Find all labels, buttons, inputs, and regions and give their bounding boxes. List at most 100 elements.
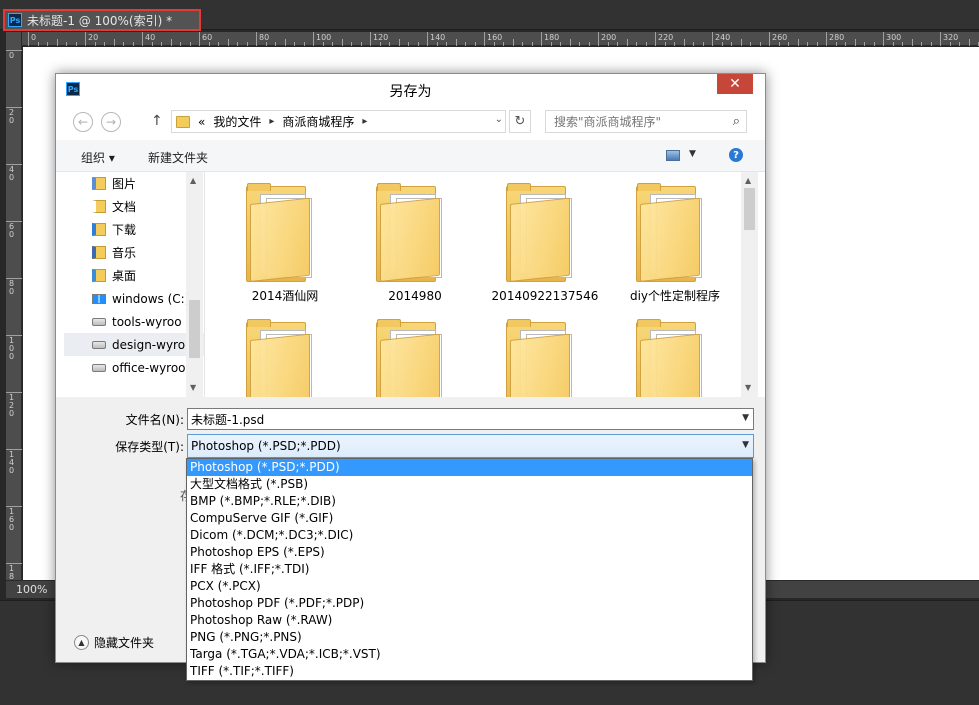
ruler-minor-tick [788, 42, 789, 46]
filetype-option[interactable]: Photoshop (*.PSD;*.PDD) [187, 459, 752, 476]
ruler-minor-tick [408, 42, 409, 46]
ruler-minor-tick [227, 39, 229, 46]
filename-field[interactable]: ▼ [187, 408, 754, 430]
folder-item[interactable] [220, 314, 350, 397]
search-box[interactable]: ⌕ [545, 110, 747, 133]
ruler-minor-tick [522, 42, 523, 46]
view-options-icon[interactable] [666, 150, 680, 161]
ruler-minor-tick [959, 42, 960, 46]
filetype-option[interactable]: Targa (*.TGA;*.VDA;*.ICB;*.VST) [187, 646, 752, 663]
filetype-option[interactable]: Photoshop PDF (*.PDF;*.PDP) [187, 595, 752, 612]
nav-pane-scrollbar[interactable]: ▲ ▼ [186, 172, 203, 397]
chevron-down-icon[interactable]: ▼ [742, 413, 749, 423]
ruler-minor-tick [341, 39, 343, 46]
document-tab[interactable]: Ps 未标题-1 @ 100%(索引) * [3, 9, 201, 31]
ruler-minor-tick [66, 42, 67, 46]
zoom-level[interactable]: 100% [16, 583, 47, 596]
folder-icon [246, 319, 312, 397]
network-drive-icon [92, 317, 106, 326]
ruler-minor-tick [170, 39, 172, 46]
ruler-minor-tick [864, 42, 865, 46]
search-input[interactable] [546, 111, 721, 132]
ruler-minor-tick [446, 42, 447, 46]
filetype-option[interactable]: IFF 格式 (*.IFF;*.TDI) [187, 561, 752, 578]
ruler-minor-tick [123, 42, 124, 46]
help-icon[interactable]: ? [729, 148, 743, 162]
hide-folders-button[interactable]: ▲ 隐藏文件夹 [74, 634, 154, 651]
scroll-down-icon[interactable]: ▼ [190, 383, 196, 392]
scroll-up-icon[interactable]: ▲ [190, 176, 196, 185]
folder-item[interactable] [480, 314, 610, 397]
scroll-up-icon[interactable]: ▲ [745, 176, 751, 185]
filetype-option[interactable]: PCX (*.PCX) [187, 578, 752, 595]
filetype-select[interactable]: Photoshop (*.PSD;*.PDD) ▼ [187, 434, 754, 458]
ruler-tick-label: 120 [373, 33, 389, 42]
ruler-minor-tick [389, 42, 390, 46]
ruler-tick-label: 60 [202, 33, 213, 42]
documents-folder-icon [92, 200, 106, 213]
dialog-title-bar[interactable]: Ps 另存为 ✕ [56, 74, 765, 104]
ruler-minor-tick [550, 42, 552, 46]
ruler-tick [85, 32, 86, 46]
ruler-minor-tick [493, 42, 495, 46]
filetype-option[interactable]: 大型文档格式 (*.PSB) [187, 476, 752, 493]
folder-item[interactable]: 2014980 [350, 178, 480, 314]
filetype-option[interactable]: Dicom (*.DCM;*.DC3;*.DIC) [187, 527, 752, 544]
file-list-pane[interactable]: 2014酒仙网 2014980 20140922137546 diy个性定制程序 [204, 172, 765, 397]
ruler-minor-tick [180, 42, 181, 46]
ruler-minor-tick [693, 42, 694, 46]
breadcrumb-current-folder[interactable]: 商派商城程序 [282, 113, 354, 130]
close-button[interactable]: ✕ [717, 74, 753, 94]
ruler-minor-tick [303, 42, 305, 46]
filename-label: 文件名(N): [125, 413, 184, 427]
scrollbar-thumb[interactable] [189, 300, 200, 358]
refresh-button[interactable]: ↻ [509, 110, 531, 133]
folder-item[interactable] [350, 314, 480, 397]
new-folder-button[interactable]: 新建文件夹 [148, 149, 208, 166]
breadcrumb-separator-icon[interactable]: ▸ [362, 116, 367, 127]
horizontal-ruler[interactable]: 0 20 40 60 80 100 120 140 160 180 200 220 240 260 280 3… [22, 32, 979, 46]
filetype-option[interactable]: BMP (*.BMP;*.RLE;*.DIB) [187, 493, 752, 510]
breadcrumb-my-files[interactable]: 我的文件 [213, 113, 261, 130]
nav-item-design-drive[interactable]: design-wyro [64, 333, 204, 356]
folder-item[interactable]: 2014酒仙网 [220, 178, 350, 314]
filetype-selected-value: Photoshop (*.PSD;*.PDD) [191, 439, 341, 453]
folder-item[interactable] [610, 314, 740, 397]
filetype-option[interactable]: Photoshop EPS (*.EPS) [187, 544, 752, 561]
folder-item[interactable]: diy个性定制程序 [610, 178, 740, 314]
filetype-option[interactable]: TIFF (*.TIF;*.TIFF) [187, 663, 752, 680]
search-icon[interactable]: ⌕ [733, 114, 740, 129]
ruler-tick [541, 32, 542, 46]
arrow-left-icon: ← [77, 115, 89, 129]
filetype-option[interactable]: CompuServe GIF (*.GIF) [187, 510, 752, 527]
chevron-down-icon[interactable]: ▼ [689, 149, 696, 159]
back-button[interactable]: ← [73, 112, 93, 132]
ruler-minor-tick [892, 42, 894, 46]
ruler-tick-label: 0 [31, 33, 37, 42]
filetype-option[interactable]: PNG (*.PNG;*.PNS) [187, 629, 752, 646]
organize-button[interactable]: 组织 ▾ [81, 149, 115, 166]
ruler-minor-tick [731, 42, 732, 46]
breadcrumb-overflow[interactable]: « [198, 115, 205, 129]
ruler-minor-tick [37, 42, 39, 46]
forward-button[interactable]: → [101, 112, 121, 132]
folder-icon [506, 183, 572, 282]
ruler-minor-tick [265, 42, 267, 46]
scroll-down-icon[interactable]: ▼ [745, 383, 751, 392]
ruler-minor-tick [47, 42, 48, 46]
vertical-ruler[interactable]: 0 2 0 4 0 6 0 8 0 1 0 0 1 2 0 1 4 0 1 6 0 1 8 [6, 46, 22, 581]
ruler-origin[interactable] [6, 32, 22, 46]
filename-input[interactable] [188, 409, 728, 429]
breadcrumb-separator-icon[interactable]: ▸ [269, 116, 274, 127]
chevron-down-icon[interactable]: ▼ [742, 440, 749, 450]
folder-icon [176, 115, 190, 128]
chevron-up-icon: ▲ [74, 635, 89, 650]
filetype-option[interactable]: Photoshop Raw (*.RAW) [187, 612, 752, 629]
folder-item[interactable]: 20140922137546 [480, 178, 610, 314]
document-tab-bar: Ps 未标题-1 @ 100%(索引) * [0, 0, 979, 31]
scrollbar-thumb[interactable] [744, 188, 755, 230]
file-list-scrollbar[interactable]: ▲ ▼ [741, 172, 758, 397]
address-history-chevron-icon[interactable]: ⌄ [495, 114, 503, 125]
address-bar[interactable]: « 我的文件 ▸ 商派商城程序 ▸ ⌄ [171, 110, 506, 133]
up-button[interactable]: ↑ [151, 113, 163, 129]
